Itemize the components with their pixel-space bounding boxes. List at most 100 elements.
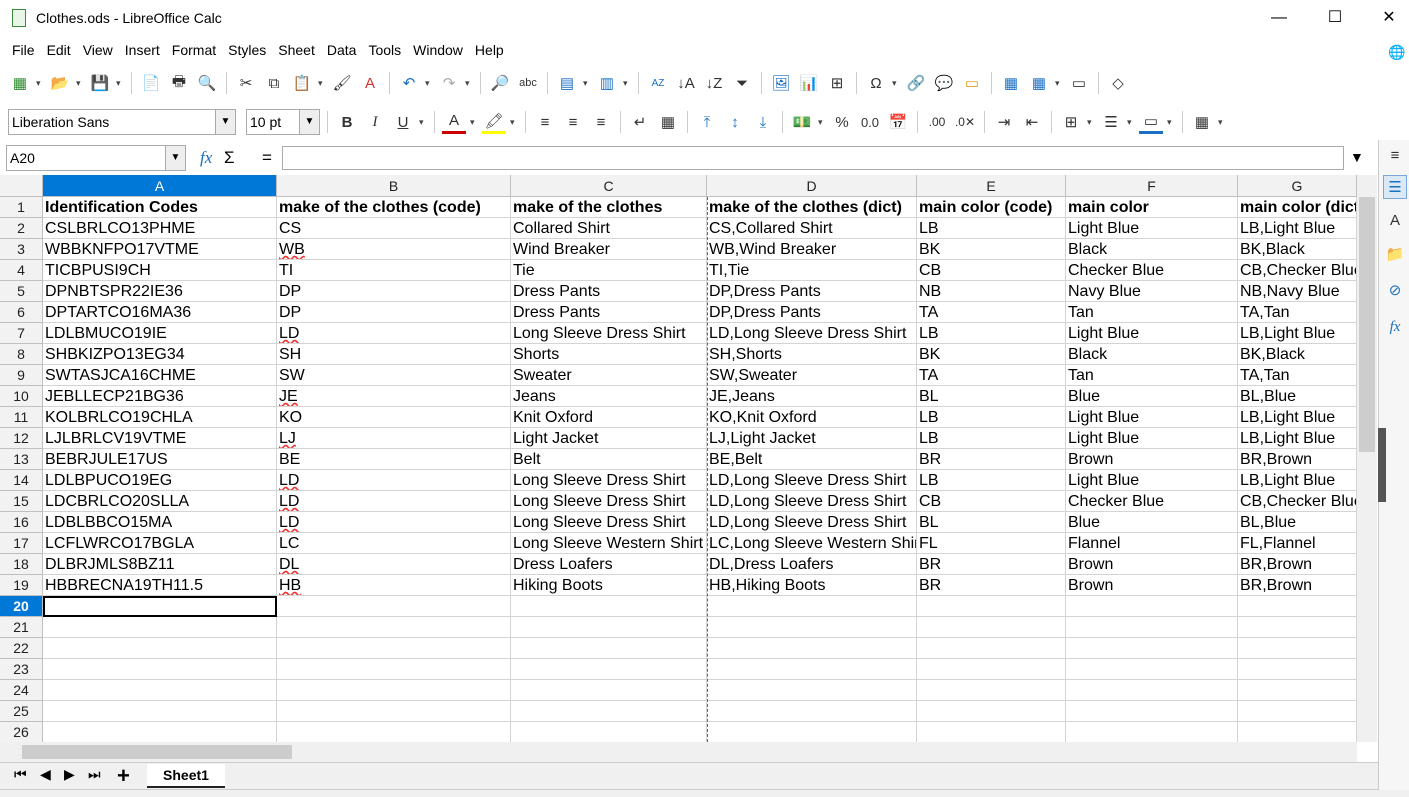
cell-E9[interactable]: TA	[917, 365, 1066, 386]
cell-B26[interactable]	[277, 722, 511, 742]
open-icon[interactable]: 📂	[48, 71, 72, 95]
row-header-19[interactable]: 19	[0, 575, 43, 596]
cell-G24[interactable]	[1238, 680, 1357, 701]
cell-F5[interactable]: Navy Blue	[1066, 281, 1238, 302]
cell-B4[interactable]: TI	[277, 260, 511, 281]
cell-B16[interactable]: LD	[277, 512, 511, 533]
font-name-combo[interactable]: Liberation Sans ▼	[8, 109, 236, 135]
cell-A7[interactable]: LDLBMUCO19IE	[43, 323, 277, 344]
cell-A6[interactable]: DPTARTCO16MA36	[43, 302, 277, 323]
minimize-button[interactable]: —	[1256, 4, 1302, 32]
cell-E6[interactable]: TA	[917, 302, 1066, 323]
cell-G25[interactable]	[1238, 701, 1357, 722]
column-header-A[interactable]: A	[43, 175, 277, 197]
cell-E10[interactable]: BL	[917, 386, 1066, 407]
first-sheet-icon[interactable]: ⏮	[14, 766, 27, 783]
cell-E16[interactable]: BL	[917, 512, 1066, 533]
cell-B11[interactable]: KO	[277, 407, 511, 428]
vertical-scrollbar-thumb[interactable]	[1359, 197, 1375, 452]
chevron-down-icon[interactable]: ▾	[318, 78, 326, 89]
cell-E20[interactable]	[917, 596, 1066, 617]
row-header-2[interactable]: 2	[0, 218, 43, 239]
cell-D8[interactable]: SH,Shorts	[707, 344, 917, 365]
cell-E13[interactable]: BR	[917, 449, 1066, 470]
chevron-down-icon[interactable]: ▾	[465, 78, 473, 89]
cell-C17[interactable]: Long Sleeve Western Shirt	[511, 533, 707, 554]
comment-icon[interactable]: 💬	[932, 71, 956, 95]
chevron-down-icon[interactable]: ▾	[623, 78, 631, 89]
add-sheet-button[interactable]: +	[117, 763, 130, 789]
menu-data[interactable]: Data	[321, 38, 363, 64]
show-draw-functions-icon[interactable]: ◇	[1106, 71, 1130, 95]
cell-D3[interactable]: WB,Wind Breaker	[707, 239, 917, 260]
horizontal-scrollbar-thumb[interactable]	[22, 745, 292, 759]
cell-F26[interactable]	[1066, 722, 1238, 742]
cell-F13[interactable]: Brown	[1066, 449, 1238, 470]
menu-icon[interactable]: ≡	[1383, 143, 1407, 167]
cell-E18[interactable]: BR	[917, 554, 1066, 575]
row-header-20[interactable]: 20	[0, 596, 43, 617]
cell-B1[interactable]: make of the clothes (code)	[277, 197, 511, 218]
cell-A12[interactable]: LJLBRLCV19VTME	[43, 428, 277, 449]
cell-A8[interactable]: SHBKIZPO13EG34	[43, 344, 277, 365]
print-preview-icon[interactable]: 🔍	[195, 71, 219, 95]
cell-E19[interactable]: BR	[917, 575, 1066, 596]
chart-icon[interactable]: 📊	[797, 71, 821, 95]
cell-D7[interactable]: LD,Long Sleeve Dress Shirt	[707, 323, 917, 344]
wrap-text-icon[interactable]: ↵	[628, 110, 652, 134]
cell-B8[interactable]: SH	[277, 344, 511, 365]
navigator-icon[interactable]: ⊘	[1383, 278, 1407, 302]
cell-G20[interactable]	[1238, 596, 1357, 617]
sort-descending-icon[interactable]: ↓Z	[702, 71, 726, 95]
redo-icon[interactable]: ↷	[437, 71, 461, 95]
cell-B19[interactable]: HB	[277, 575, 511, 596]
cell-D19[interactable]: HB,Hiking Boots	[707, 575, 917, 596]
column-header-B[interactable]: B	[277, 175, 511, 197]
cell-B23[interactable]	[277, 659, 511, 680]
cell-C5[interactable]: Dress Pants	[511, 281, 707, 302]
cell-F10[interactable]: Blue	[1066, 386, 1238, 407]
cell-E7[interactable]: LB	[917, 323, 1066, 344]
cell-E21[interactable]	[917, 617, 1066, 638]
cell-D14[interactable]: LD,Long Sleeve Dress Shirt	[707, 470, 917, 491]
cell-D11[interactable]: KO,Knit Oxford	[707, 407, 917, 428]
font-color-icon[interactable]: A	[442, 110, 466, 134]
cell-C12[interactable]: Light Jacket	[511, 428, 707, 449]
currency-format-icon[interactable]: 💵	[790, 110, 814, 134]
align-center-icon[interactable]: ≡	[561, 110, 585, 134]
borders-icon[interactable]: ⊞	[1059, 110, 1083, 134]
function-wizard-icon[interactable]: fx	[200, 148, 212, 168]
cell-A15[interactable]: LDCBRLCO20SLLA	[43, 491, 277, 512]
cell-G4[interactable]: CB,Checker Blue	[1238, 260, 1357, 281]
border-color-icon[interactable]: ▭	[1139, 110, 1163, 134]
cell-A26[interactable]	[43, 722, 277, 742]
cell-G19[interactable]: BR,Brown	[1238, 575, 1357, 596]
row-header-25[interactable]: 25	[0, 701, 43, 722]
chevron-down-icon[interactable]: ▾	[818, 117, 826, 128]
clone-formatting-icon[interactable]: 🖌	[330, 71, 354, 95]
row-header-21[interactable]: 21	[0, 617, 43, 638]
cell-D20[interactable]	[707, 596, 917, 617]
cell-B15[interactable]: LD	[277, 491, 511, 512]
cell-G17[interactable]: FL,Flannel	[1238, 533, 1357, 554]
cell-D15[interactable]: LD,Long Sleeve Dress Shirt	[707, 491, 917, 512]
row-header-4[interactable]: 4	[0, 260, 43, 281]
cell-A3[interactable]: WBBKNFPO17VTME	[43, 239, 277, 260]
cell-G3[interactable]: BK,Black	[1238, 239, 1357, 260]
chevron-down-icon[interactable]: ▾	[36, 78, 44, 89]
cell-C6[interactable]: Dress Pants	[511, 302, 707, 323]
chevron-down-icon[interactable]: ▾	[419, 117, 427, 128]
chevron-down-icon[interactable]: ▾	[1055, 78, 1063, 89]
cell-D25[interactable]	[707, 701, 917, 722]
cell-C3[interactable]: Wind Breaker	[511, 239, 707, 260]
chevron-down-icon[interactable]: ▾	[583, 78, 591, 89]
row-header-22[interactable]: 22	[0, 638, 43, 659]
cell-A19[interactable]: HBBRECNA19TH11.5	[43, 575, 277, 596]
header-footer-icon[interactable]: ▭	[960, 71, 984, 95]
active-cell-A20[interactable]	[43, 596, 277, 617]
cell-B9[interactable]: SW	[277, 365, 511, 386]
cell-B18[interactable]: DL	[277, 554, 511, 575]
cell-C22[interactable]	[511, 638, 707, 659]
menu-file[interactable]: File	[6, 38, 41, 64]
split-window-icon[interactable]: ▭	[1067, 71, 1091, 95]
